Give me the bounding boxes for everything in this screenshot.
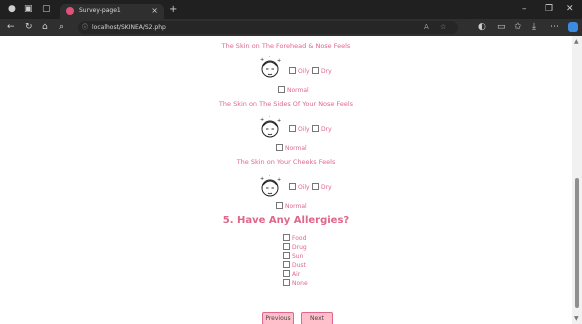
page-content: The Skin on The Forehead & Nose Feels + … — [0, 36, 572, 324]
page-scrollbar[interactable]: ▲ ▼ — [572, 36, 582, 324]
site-info-icon[interactable]: ⓘ — [82, 22, 88, 33]
checkbox[interactable] — [276, 144, 283, 151]
checkbox[interactable] — [312, 125, 319, 132]
nose-sides-normal-option[interactable]: Normal — [276, 144, 307, 153]
forehead-normal-option[interactable]: Normal — [278, 86, 309, 95]
checkbox[interactable] — [278, 86, 285, 93]
checkbox[interactable] — [283, 261, 290, 268]
tab-strip: ● ▣ ▢ Survey-page1 × + – ❐ ✕ — [0, 0, 582, 19]
checkbox[interactable] — [289, 67, 296, 74]
forehead-oily-option[interactable]: Oily — [289, 67, 310, 76]
split-screen-icon[interactable]: ▭ — [497, 22, 506, 33]
tab-actions-icon[interactable]: ▢ — [42, 4, 51, 14]
browser-chrome: ● ▣ ▢ Survey-page1 × + – ❐ ✕ ← ↻ ⌂ ⌕ ⓘ l… — [0, 0, 582, 36]
back-icon[interactable]: ← — [7, 22, 15, 33]
face-forehead-icon: + + · — [260, 55, 281, 78]
svg-text:·: · — [269, 115, 270, 119]
browser-toolbar: ← ↻ ⌂ ⌕ ⓘ localhost/SKINEA/S2.php A ☆ ◐ … — [0, 19, 582, 36]
cheeks-oily-option[interactable]: Oily — [289, 183, 310, 192]
profile-icon[interactable]: ● — [8, 4, 16, 14]
checkbox[interactable] — [283, 243, 290, 250]
cheeks-normal-option[interactable]: Normal — [276, 202, 307, 211]
checkbox[interactable] — [312, 183, 319, 190]
face-nose-sides-icon: + + · — [260, 115, 281, 138]
cheeks-dry-option[interactable]: Dry — [312, 183, 332, 192]
nose-sides-dry-option[interactable]: Dry — [312, 125, 332, 134]
zone-nose-sides-label: The Skin on The Sides Of Your Nose Feels — [218, 100, 354, 108]
favorite-star-icon[interactable]: ☆ — [440, 22, 446, 33]
scroll-down-icon[interactable]: ▼ — [574, 315, 579, 322]
allergy-air-option[interactable]: Air — [283, 270, 300, 279]
search-icon[interactable]: ⌕ — [59, 22, 64, 33]
home-icon[interactable]: ⌂ — [42, 22, 48, 33]
svg-text:+: + — [277, 118, 281, 124]
read-aloud-icon[interactable]: A — [424, 22, 429, 33]
svg-text:+: + — [260, 57, 264, 63]
address-bar[interactable]: ⓘ localhost/SKINEA/S2.php A ☆ — [78, 21, 458, 34]
allergy-dust-option[interactable]: Dust — [283, 261, 306, 270]
checkbox[interactable] — [276, 202, 283, 209]
tab-close-icon[interactable]: × — [151, 5, 158, 16]
allergy-drug-option[interactable]: Drug — [283, 243, 307, 252]
menu-dots-icon[interactable]: ⋯ — [550, 22, 559, 33]
new-tab-icon[interactable]: + — [169, 4, 177, 15]
favorites-icon[interactable]: ✩ — [514, 22, 522, 33]
favicon-icon — [66, 7, 74, 15]
svg-text:+: + — [277, 177, 281, 183]
forehead-dry-option[interactable]: Dry — [312, 67, 332, 76]
close-window-icon[interactable]: ✕ — [566, 4, 574, 14]
allergy-food-option[interactable]: Food — [283, 234, 306, 243]
checkbox[interactable] — [283, 270, 290, 277]
minimize-icon[interactable]: – — [522, 4, 527, 14]
checkbox[interactable] — [283, 279, 290, 286]
checkbox[interactable] — [289, 183, 296, 190]
scroll-up-icon[interactable]: ▲ — [574, 38, 579, 45]
workspaces-icon[interactable]: ▣ — [24, 4, 33, 14]
allergies-heading: 5. Have Any Allergies? — [222, 215, 350, 226]
zone-forehead-label: The Skin on The Forehead & Nose Feels — [221, 42, 351, 50]
tab-survey-page[interactable]: Survey-page1 × — [60, 4, 164, 19]
tab-title: Survey-page1 — [79, 7, 121, 14]
copilot-icon[interactable] — [568, 22, 578, 32]
checkbox[interactable] — [283, 234, 290, 241]
scrollbar-thumb[interactable] — [575, 178, 579, 308]
checkbox[interactable] — [312, 67, 319, 74]
allergy-none-option[interactable]: None — [283, 279, 308, 288]
downloads-icon[interactable]: ⤓ — [532, 22, 536, 33]
allergy-sun-option[interactable]: Sun — [283, 252, 303, 261]
zone-cheeks-label: The Skin on Your Cheeks Feels — [236, 158, 336, 166]
svg-text:·: · — [269, 55, 270, 59]
face-cheeks-icon: + + · — [260, 174, 281, 197]
extension-icon[interactable]: ◐ — [478, 22, 486, 33]
checkbox[interactable] — [283, 252, 290, 259]
checkbox[interactable] — [289, 125, 296, 132]
refresh-icon[interactable]: ↻ — [25, 22, 33, 33]
svg-text:+: + — [260, 117, 264, 123]
svg-text:+: + — [277, 58, 281, 64]
url-text: localhost/SKINEA/S2.php — [92, 24, 166, 31]
nose-sides-oily-option[interactable]: Oily — [289, 125, 310, 134]
svg-text:+: + — [260, 176, 264, 182]
svg-text:·: · — [269, 174, 270, 178]
next-button[interactable]: Next — [301, 312, 333, 324]
previous-button[interactable]: Previous — [262, 312, 294, 324]
restore-icon[interactable]: ❐ — [545, 4, 553, 14]
